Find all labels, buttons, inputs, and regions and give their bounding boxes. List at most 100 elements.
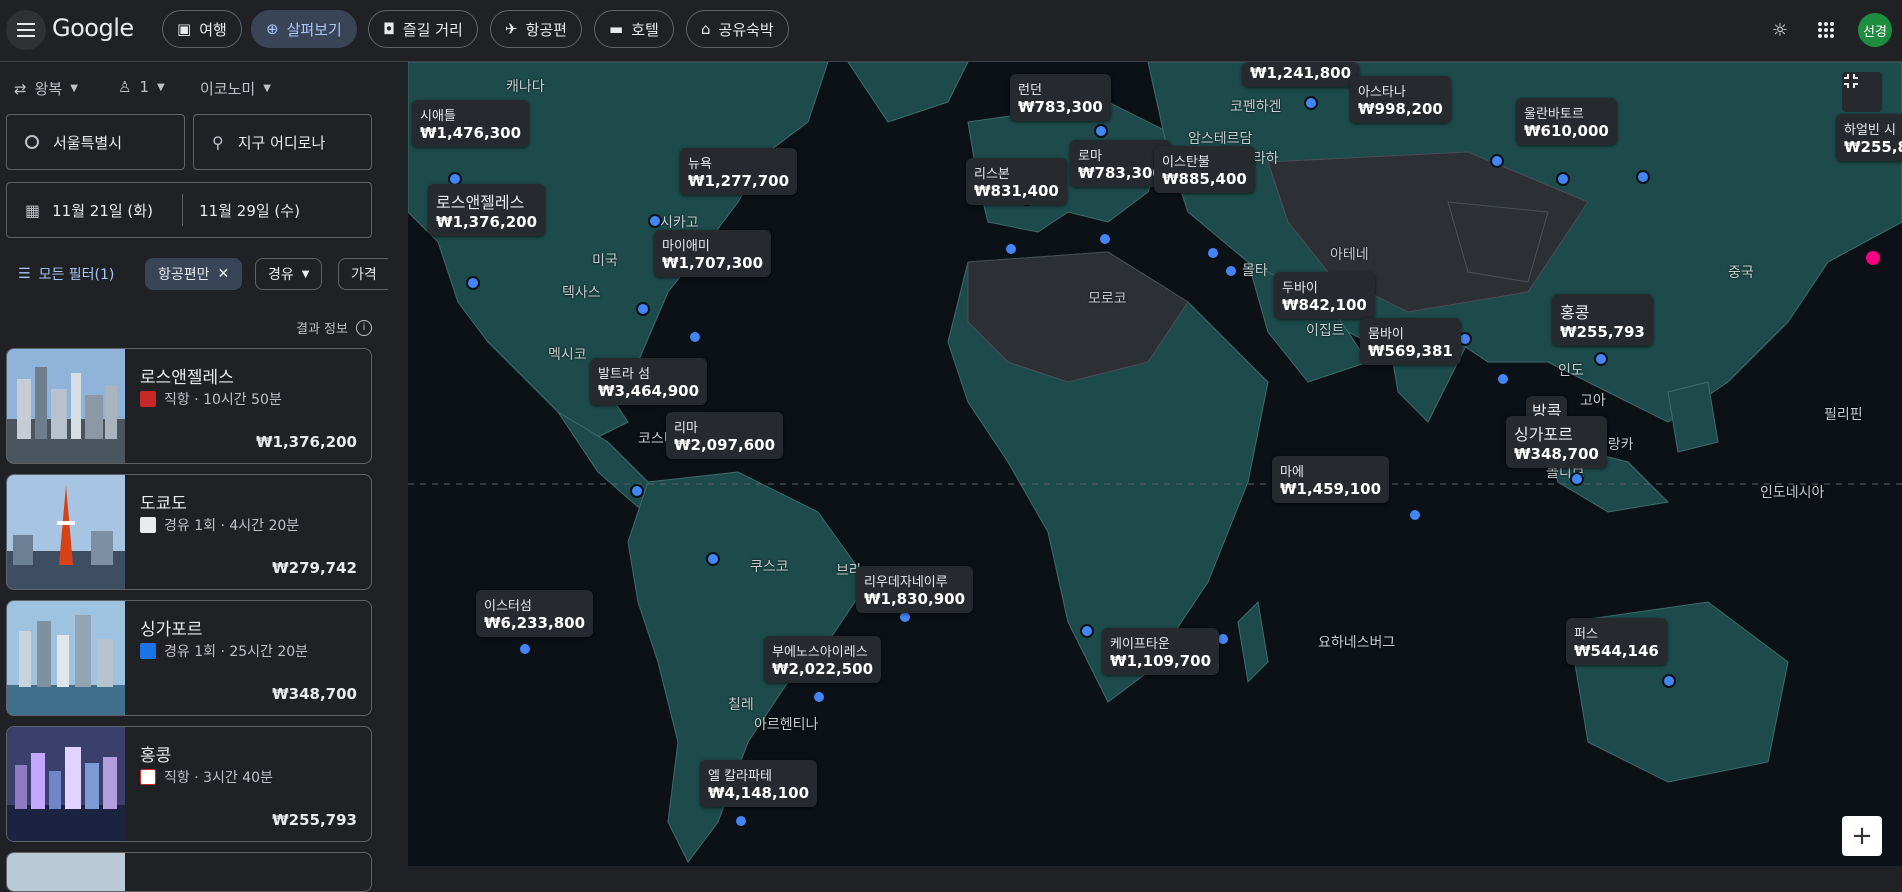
destination-dot[interactable] — [518, 642, 532, 656]
results-info[interactable]: 결과 정보 i — [296, 318, 372, 337]
price-pin[interactable]: 리마 ₩2,097,600 — [666, 412, 784, 459]
zoom-in-button[interactable]: + — [1842, 816, 1882, 856]
nav-hotels[interactable]: ▬ 호텔 — [594, 10, 674, 48]
fullscreen-exit-button[interactable] — [1842, 72, 1882, 112]
price-pin[interactable]: 이스터섬 ₩6,233,800 — [476, 590, 594, 637]
region-label: 미국 — [592, 253, 618, 269]
price-pin[interactable]: 마이애미 ₩1,707,300 — [654, 230, 772, 277]
depart-date[interactable]: 11월 21일 (화) — [52, 200, 182, 221]
price-pin[interactable]: 로스앤젤레스 ₩1,376,200 — [428, 184, 546, 236]
price-pin[interactable]: 홍콩 ₩255,793 — [1552, 294, 1653, 346]
price-pin[interactable]: 발트라 섬 ₩3,464,900 — [590, 358, 708, 405]
destination-dot[interactable] — [636, 302, 650, 316]
price-pin[interactable]: 리우데자네이루 ₩1,830,900 — [856, 566, 974, 613]
return-date[interactable]: 11월 29일 (수) — [199, 200, 300, 221]
caret-down-icon: ▼ — [301, 268, 310, 280]
price-pin[interactable]: 뭄바이 ₩569,381 — [1360, 318, 1461, 365]
city-label: 암스테르담 — [1188, 131, 1253, 147]
house-icon: ⌂ — [701, 20, 711, 38]
price-pin[interactable]: 런던 ₩783,300 — [1010, 74, 1111, 121]
origin-marker[interactable] — [1866, 251, 1880, 265]
main-menu-button[interactable] — [6, 10, 46, 50]
destination-dot[interactable] — [1570, 472, 1584, 486]
price-pin[interactable]: 뉴욕 ₩1,277,700 — [680, 148, 798, 195]
destination-dot[interactable] — [1408, 508, 1422, 522]
all-filters-button[interactable]: ☰ 모든 필터(1) — [6, 258, 126, 290]
destination-dot[interactable] — [1004, 242, 1018, 256]
result-card[interactable]: 로스앤젤레스 직항 · 10시간 50분 ₩1,376,200 — [6, 348, 372, 464]
price-pin[interactable]: 시애틀 ₩1,476,300 — [412, 100, 530, 147]
nav-vacation-rentals[interactable]: ⌂ 공유숙박 — [686, 10, 789, 48]
price-pin[interactable]: 이스탄불 ₩885,400 — [1154, 146, 1255, 193]
theme-toggle-button[interactable]: ☼ — [1760, 10, 1800, 50]
result-flight-info: 경유 1회 · 25시간 20분 — [164, 644, 309, 660]
result-card[interactable]: 도쿄도 경유 1회 · 4시간 20분 ₩279,742 — [6, 474, 372, 590]
top-bar: Google ▣ 여행 ⊕ 살펴보기 ◘ 즐길 거리 ✈ 항공편 ▬ 호텔 ⌂ 공유숙박 ☼… — [0, 0, 1902, 62]
google-logo[interactable]: Google — [52, 14, 134, 42]
calendar-icon: ▦ — [25, 200, 41, 220]
nav-flights[interactable]: ✈ 항공편 — [490, 10, 582, 48]
world-map[interactable]: 캐나다 미국 텍사스 멕시코 코스타리카 모로코 이집트 중국 인도 스리랑카 … — [408, 62, 1902, 866]
destination-dot[interactable] — [688, 330, 702, 344]
price-pin[interactable]: 두바이 ₩842,100 — [1274, 272, 1375, 319]
destination-dot[interactable] — [1080, 624, 1094, 638]
destination-dot[interactable] — [1490, 154, 1504, 168]
destination-dot[interactable] — [630, 484, 644, 498]
price-pin[interactable]: 아스타나 ₩998,200 — [1350, 76, 1451, 123]
filter-sliders-icon: ☰ — [18, 266, 31, 282]
destination-dot[interactable] — [1094, 124, 1108, 138]
result-price: ₩1,376,200 — [255, 433, 357, 451]
destination-dot[interactable] — [1496, 372, 1510, 386]
result-destination: 싱가포르 — [140, 620, 203, 640]
avatar[interactable]: 선경 — [1858, 13, 1892, 47]
result-destination: 로스앤젤레스 — [140, 368, 234, 388]
destination-dot[interactable] — [1206, 246, 1220, 260]
destination-photo — [7, 349, 125, 463]
close-icon[interactable]: ✕ — [218, 266, 230, 282]
result-card[interactable]: 싱가포르 경유 1회 · 25시간 20분 ₩348,700 — [6, 600, 372, 716]
nav-things-to-do[interactable]: ◘ 즐길 거리 — [368, 10, 478, 48]
region-label: 멕시코 — [548, 347, 587, 363]
price-pin[interactable]: 울란바토르 ₩610,000 — [1516, 98, 1617, 145]
destination-dot[interactable] — [648, 214, 662, 228]
price-pin[interactable]: 하얼빈 시₩255,80 — [1836, 114, 1902, 161]
result-card[interactable] — [6, 852, 372, 892]
flights-only-chip[interactable]: 항공편만 ✕ — [145, 258, 243, 290]
price-pin[interactable]: 퍼스 ₩544,146 — [1566, 618, 1667, 665]
price-pin[interactable]: 싱가포르 ₩348,700 — [1506, 416, 1607, 468]
price-pin[interactable]: 리스본 ₩831,400 — [966, 158, 1067, 205]
price-filter[interactable]: 가격 — [338, 258, 388, 290]
nav-travel[interactable]: ▣ 여행 — [162, 10, 242, 48]
cabin-class-dropdown[interactable]: 이코노미 ▼ — [200, 78, 271, 99]
destination-dot[interactable] — [812, 690, 826, 704]
passengers-dropdown[interactable]: ♙ 1 ▼ — [118, 78, 165, 96]
google-apps-button[interactable] — [1806, 10, 1846, 50]
destination-field[interactable]: ⚲ 지구 어디로나 — [193, 114, 372, 170]
destination-dot[interactable] — [1556, 172, 1570, 186]
price-pin[interactable]: ₩1,241,800 — [1242, 62, 1360, 87]
result-flight-info: 직항 · 3시간 40분 — [164, 770, 273, 786]
destination-dot[interactable] — [706, 552, 720, 566]
price-pin[interactable]: 엘 칼라파테 ₩4,148,100 — [700, 760, 818, 807]
destination-dot[interactable] — [1662, 674, 1676, 688]
destination-dot[interactable] — [1224, 264, 1238, 278]
trip-type-dropdown[interactable]: ⇄ 왕복 ▼ — [14, 78, 78, 99]
result-card[interactable]: 홍콩 직항 · 3시간 40분 ₩255,793 — [6, 726, 372, 842]
destination-photo — [7, 475, 125, 589]
nav-explore[interactable]: ⊕ 살펴보기 — [251, 10, 357, 48]
caret-down-icon: ▼ — [263, 83, 271, 94]
region-label: 인도 — [1558, 363, 1584, 379]
destination-dot[interactable] — [1098, 232, 1112, 246]
date-range-field[interactable]: ▦ 11월 21일 (화) 11월 29일 (수) — [6, 182, 372, 238]
destination-dot[interactable] — [734, 814, 748, 828]
origin-field[interactable]: 서울특별시 — [6, 114, 185, 170]
destination-dot[interactable] — [1636, 170, 1650, 184]
price-pin[interactable]: 부에노스아이레스 ₩2,022,500 — [764, 636, 882, 683]
destination-dot[interactable] — [1594, 352, 1608, 366]
price-pin[interactable]: 마에 ₩1,459,100 — [1272, 456, 1390, 503]
result-price: ₩279,742 — [272, 559, 357, 577]
destination-dot[interactable] — [1304, 96, 1318, 110]
stops-filter[interactable]: 경유 ▼ — [255, 258, 323, 290]
destination-dot[interactable] — [466, 276, 480, 290]
price-pin[interactable]: 케이프타운 ₩1,109,700 — [1102, 628, 1220, 675]
